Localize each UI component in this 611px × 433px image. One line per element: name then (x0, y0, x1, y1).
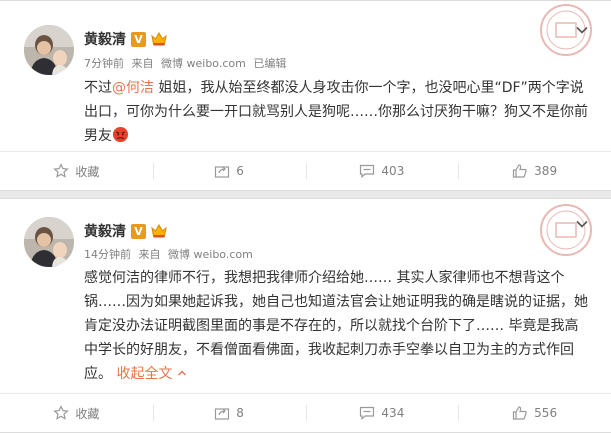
edited-label: 已编辑 (253, 57, 287, 70)
star-icon (53, 405, 70, 420)
thumbs-up-icon (513, 164, 527, 178)
source-prefix: 来自 (138, 248, 161, 261)
post-text-body: 姐姐，我从始至终都没人身攻击你一个字，也没吧心里“DF”两个字说出口，可你为什么… (84, 80, 588, 144)
post-time[interactable]: 7分钟前 (84, 57, 124, 70)
post-meta: 14分钟前 来自 微博 weibo.com (84, 246, 257, 262)
verified-icon: V (131, 223, 146, 239)
post-source[interactable]: 微博 weibo.com (161, 57, 246, 70)
thumbs-up-icon (513, 406, 527, 420)
mention-link[interactable]: @何洁 (112, 80, 154, 96)
favorite-label: 收藏 (75, 164, 100, 179)
comment-count: 403 (381, 164, 405, 178)
chevron-down-icon[interactable] (575, 217, 589, 231)
post-meta: 7分钟前 来自 微博 weibo.com 已编辑 (84, 55, 290, 71)
share-button[interactable]: 8 (152, 394, 306, 432)
post-text: 不过@何洁 姐姐，我从始至终都没人身攻击你一个字，也没吧心里“DF”两个字说出口… (84, 76, 591, 148)
collapse-label: 收起全文 (116, 366, 173, 382)
share-button[interactable]: 6 (152, 152, 306, 190)
post-actions: 收藏 6 403 389 (0, 151, 611, 190)
author-avatar[interactable] (24, 217, 74, 267)
like-count: 389 (534, 164, 558, 178)
favorite-button[interactable]: 收藏 (0, 152, 153, 190)
author-name[interactable]: 黄毅清 (84, 221, 126, 241)
like-count: 556 (534, 406, 558, 420)
collapse-full-text-link[interactable]: 收起全文 (116, 366, 186, 382)
verified-icon: V (131, 31, 146, 47)
share-count: 6 (236, 164, 244, 178)
share-icon (215, 408, 230, 420)
favorite-label: 收藏 (75, 406, 100, 421)
weibo-post-2: 黄毅清 V 14分钟前 来自 微博 weibo.com 感觉何洁的律师不行，我想… (0, 198, 611, 433)
comment-icon (360, 406, 375, 421)
comment-icon (360, 164, 375, 179)
chevron-up-icon (177, 370, 186, 376)
angry-face-emoji-icon (112, 126, 129, 143)
share-count: 8 (236, 406, 244, 420)
post-text-pre: 不过 (84, 80, 112, 96)
vip-crown-icon (151, 224, 167, 238)
comment-count: 434 (381, 406, 405, 420)
author-avatar[interactable] (24, 25, 74, 75)
like-button[interactable]: 389 (458, 152, 611, 190)
like-button[interactable]: 556 (458, 394, 611, 432)
post-actions: 收藏 8 434 556 (0, 393, 611, 432)
comment-button[interactable]: 434 (305, 394, 459, 432)
favorite-button[interactable]: 收藏 (0, 394, 153, 432)
avatar-photo-icon (24, 25, 74, 75)
post-text: 感觉何洁的律师不行，我想把我律师介绍给她…… 其实人家律师也不想背这个锅……因为… (84, 266, 591, 386)
post-time[interactable]: 14分钟前 (84, 248, 131, 261)
vip-crown-icon (151, 32, 167, 46)
author-name[interactable]: 黄毅清 (84, 29, 126, 49)
share-icon (215, 166, 230, 178)
chevron-down-icon[interactable] (575, 23, 589, 37)
source-prefix: 来自 (131, 57, 154, 70)
weibo-post-1: 黄毅清 V 7分钟前 来自 微博 weibo.com 已编辑 不过@何洁 姐姐，… (0, 0, 611, 191)
comment-button[interactable]: 403 (305, 152, 459, 190)
avatar-photo-icon (24, 217, 74, 267)
post-source[interactable]: 微博 weibo.com (168, 248, 253, 261)
star-icon (53, 163, 70, 178)
